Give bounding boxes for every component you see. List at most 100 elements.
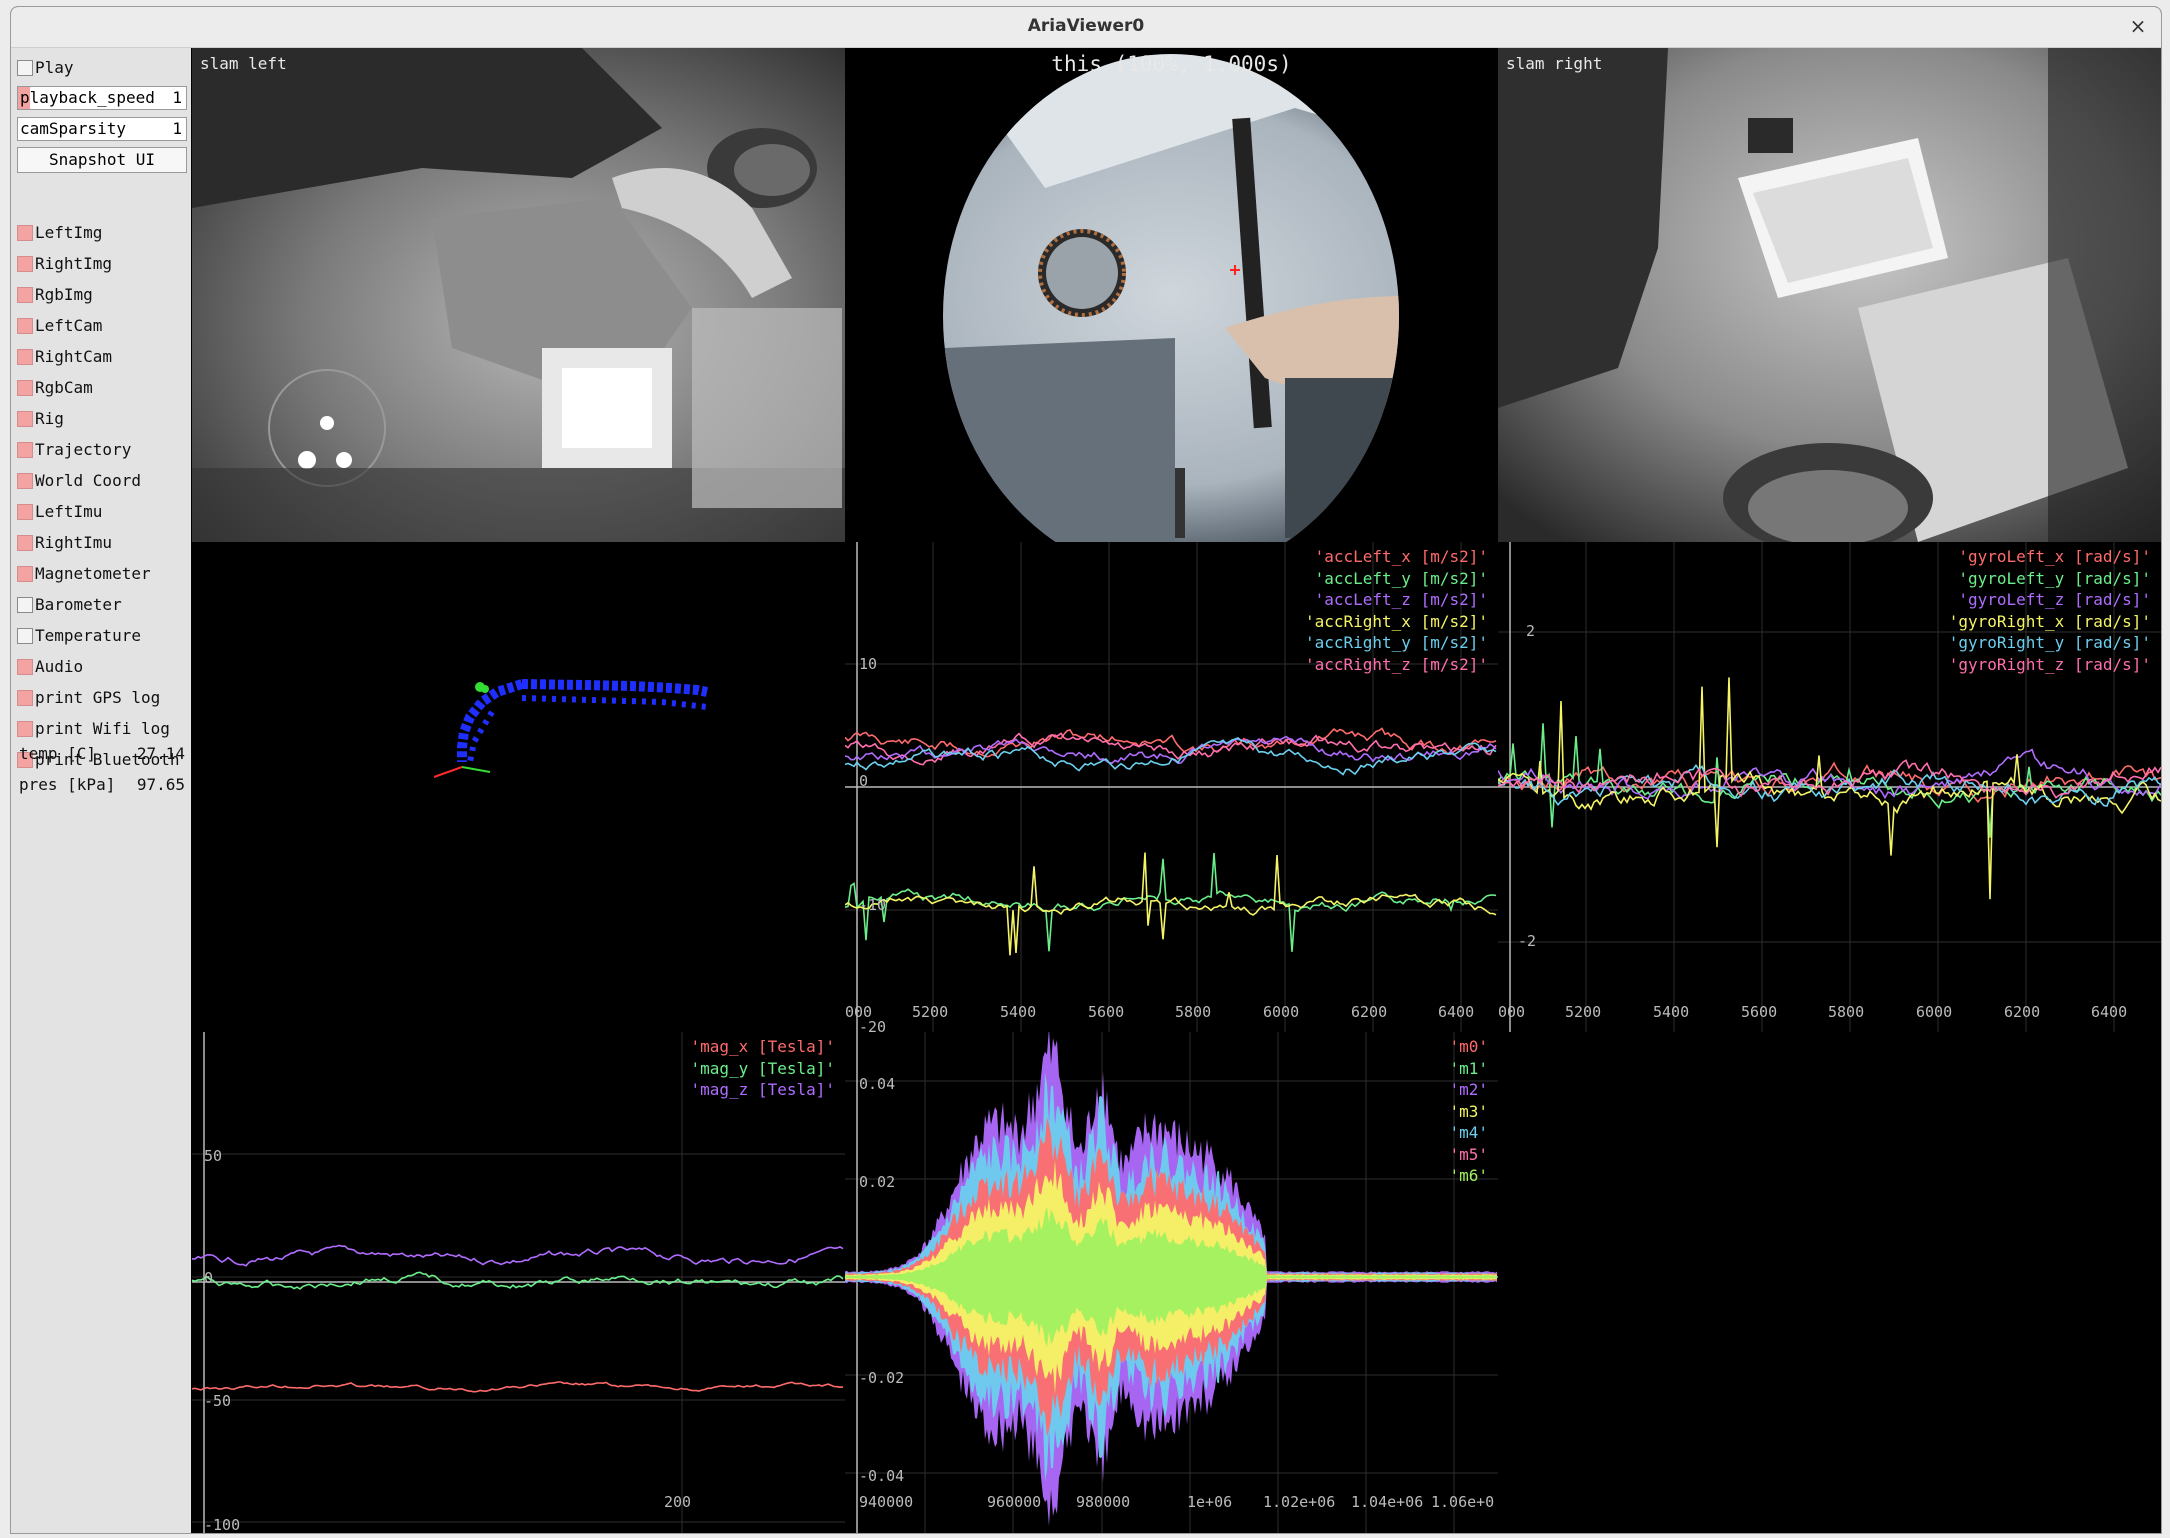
gyro-ytick: 2 [1526, 622, 1536, 640]
rgb-camera-image [845, 48, 1498, 542]
cam-sparsity-field[interactable]: camSparsity 1 [17, 117, 187, 141]
play-checkbox[interactable] [17, 59, 33, 76]
slam-right-label: slam right [1506, 54, 1603, 73]
acc-xtick: 5800 [1175, 1003, 1212, 1021]
toggle-audio[interactable]: Audio [17, 656, 83, 684]
slam-left-view[interactable]: slam left [192, 48, 845, 542]
slam-left-image [192, 48, 845, 542]
print-wifi-log-checkbox[interactable] [17, 720, 33, 737]
legend-m2: 'm2' [1449, 1080, 1488, 1099]
leftcam-label: LeftCam [35, 316, 103, 335]
audio-xtick: 1e+06 [1187, 1493, 1233, 1511]
legend-acc-right-x: 'accRight_x [m/s2]' [1304, 611, 1488, 631]
toggle-rgbimg[interactable]: RgbImg [17, 284, 93, 312]
world-coord-checkbox[interactable] [17, 472, 33, 489]
gyro-xtick: 5200 [1565, 1003, 1602, 1021]
rig-checkbox[interactable] [17, 410, 33, 427]
mag-y-trace [192, 1271, 844, 1290]
toggle-rgbcam[interactable]: RgbCam [17, 377, 93, 405]
trajectory-label: Trajectory [35, 440, 132, 459]
gyroscope-plot[interactable]: 'gyroLeft_x [rad/s]' 'gyroLeft_y [rad/s]… [1498, 542, 2161, 1032]
audio-ytick: -0.04 [859, 1467, 905, 1485]
audio-xtick: 1.06e+0 [1431, 1493, 1495, 1511]
pres-label: pres [kPa] [19, 775, 116, 794]
playback-speed-field[interactable]: playback_speed 1 [17, 86, 187, 110]
toggle-barometer[interactable]: Barometer [17, 594, 122, 622]
print-gps-log-checkbox[interactable] [17, 689, 33, 706]
acc-xtick: 5600 [1088, 1003, 1125, 1021]
toggle-temperature[interactable]: Temperature [17, 625, 141, 653]
rgb-camera-view[interactable]: this (100%, 1.000s) [845, 48, 1498, 542]
rightimg-checkbox[interactable] [17, 255, 33, 272]
empty-panel [1498, 1032, 2161, 1533]
control-sidebar: Play playback_speed 1 camSparsity 1 Snap… [11, 48, 191, 1533]
cam-sparsity-label: camSparsity [20, 119, 126, 138]
toggle-leftcam[interactable]: LeftCam [17, 315, 102, 343]
toggle-rightimu[interactable]: RightImu [17, 532, 112, 560]
leftimu-checkbox[interactable] [17, 503, 33, 520]
audio-checkbox[interactable] [17, 658, 33, 675]
toggle-trajectory[interactable]: Trajectory [17, 439, 131, 467]
toggle-rightcam[interactable]: RightCam [17, 346, 112, 374]
audio-legend: 'm0' 'm1' 'm2' 'm3' 'm4' 'm5' 'm6' [1449, 1036, 1488, 1187]
leftimg-checkbox[interactable] [17, 224, 33, 241]
trajectory-checkbox[interactable] [17, 441, 33, 458]
toggle-leftimg[interactable]: LeftImg [17, 222, 102, 250]
acc-left-y-trace [845, 853, 1497, 952]
slam-right-view[interactable]: slam right [1498, 48, 2161, 542]
trajectory-3d-view[interactable] [192, 542, 845, 1032]
playback-speed-value: 1 [172, 88, 182, 107]
legend-gyro-right-y: 'gyroRight_y [rad/s]' [1948, 633, 2151, 652]
audio-ytick: -0.02 [859, 1369, 905, 1387]
play-toggle[interactable]: Play [17, 57, 74, 85]
legend-acc-left-z: 'accLeft_z [m/s2]' [1314, 590, 1488, 609]
leftcam-checkbox[interactable] [17, 317, 33, 334]
legend-m4: 'm4' [1449, 1123, 1488, 1142]
pres-readout: pres [kPa] 97.65 [19, 775, 189, 794]
rightcam-checkbox[interactable] [17, 348, 33, 365]
temp-value: 27.14 [136, 744, 185, 763]
magnetometer-checkbox[interactable] [17, 565, 33, 582]
rgbcam-label: RgbCam [35, 378, 93, 397]
acc-xtick: 6000 [1263, 1003, 1300, 1021]
legend-acc-left-x: 'accLeft_x [m/s2]' [1314, 547, 1488, 566]
close-icon[interactable]: × [2127, 15, 2149, 37]
accelerometer-plot[interactable]: 'accLeft_x [m/s2]' 'accLeft_y [m/s2]' 'a… [845, 542, 1498, 1032]
toggle-rightimg[interactable]: RightImg [17, 253, 112, 281]
toggle-leftimu[interactable]: LeftImu [17, 501, 102, 529]
barometer-checkbox[interactable] [17, 596, 33, 613]
audio-plot[interactable]: 'm0' 'm1' 'm2' 'm3' 'm4' 'm5' 'm6' 0.04 … [845, 1032, 1498, 1533]
acc-right-x-trace [845, 852, 1497, 956]
gyro-left-y-trace [1498, 723, 2161, 838]
toggle-world-coord[interactable]: World Coord [17, 470, 141, 498]
rightimg-label: RightImg [35, 254, 113, 273]
toggle-print-wifi-log[interactable]: print Wifi log [17, 718, 170, 746]
legend-acc-left-y: 'accLeft_y [m/s2]' [1314, 568, 1488, 588]
snapshot-ui-button[interactable]: Snapshot UI [17, 147, 187, 173]
audio-xtick: 1.02e+06 [1263, 1493, 1336, 1511]
slam-right-image [1498, 48, 2161, 542]
print-gps-log-label: print GPS log [35, 688, 161, 707]
temperature-label: Temperature [35, 626, 141, 645]
magnetometer-legend: 'mag_x [Tesla]' 'mag_y [Tesla]' 'mag_z [… [691, 1036, 836, 1101]
leftimu-label: LeftImu [35, 502, 103, 521]
gyro-xtick: 5400 [1653, 1003, 1690, 1021]
toggle-print-gps-log[interactable]: print GPS log [17, 687, 160, 715]
rgbcam-checkbox[interactable] [17, 379, 33, 396]
magnetometer-chart [192, 1032, 845, 1533]
rightimu-checkbox[interactable] [17, 534, 33, 551]
legend-mag-x: 'mag_x [Tesla]' [690, 1037, 836, 1056]
temp-readout: temp [C] 27.14 [19, 744, 189, 763]
rgbimg-checkbox[interactable] [17, 286, 33, 303]
audio-xtick: 980000 [1076, 1493, 1131, 1511]
temperature-checkbox[interactable] [17, 627, 33, 644]
magnetometer-label: Magnetometer [35, 564, 151, 583]
magnetometer-plot[interactable]: 'mag_x [Tesla]' 'mag_y [Tesla]' 'mag_z [… [192, 1032, 845, 1533]
toggle-magnetometer[interactable]: Magnetometer [17, 563, 151, 591]
audio-xtick: 940000 [859, 1493, 914, 1511]
toggle-rig[interactable]: Rig [17, 408, 64, 436]
gyroscope-legend: 'gyroLeft_x [rad/s]' 'gyroLeft_y [rad/s]… [1949, 546, 2151, 675]
acc-left-z-trace [845, 735, 1497, 765]
mag-ytick: -50 [204, 1392, 232, 1410]
legend-acc-right-y: 'accRight_y [m/s2]' [1304, 633, 1488, 652]
